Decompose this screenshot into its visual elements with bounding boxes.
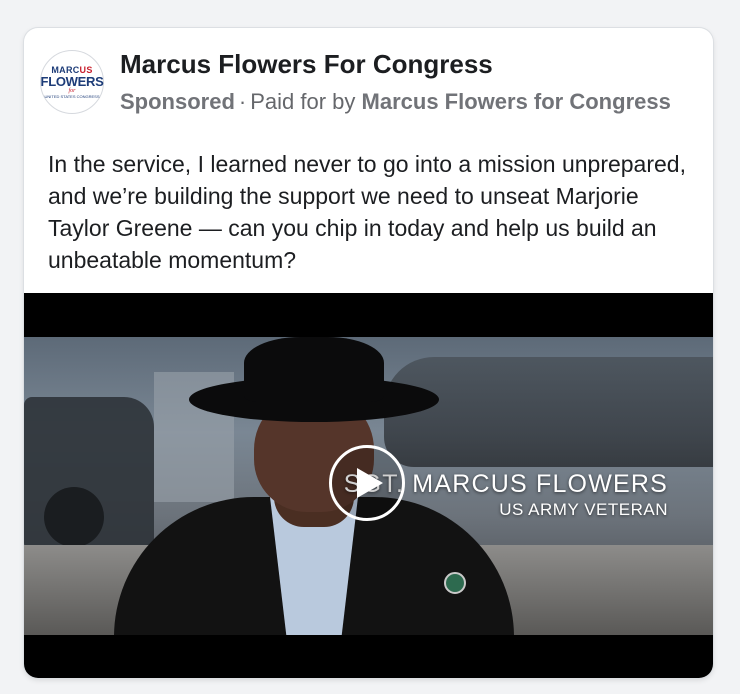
page-avatar[interactable]: MARCUS FLOWERS for UNITED STATES CONGRES… xyxy=(40,50,104,114)
play-button[interactable] xyxy=(329,445,405,521)
post-body-text: In the service, I learned never to go in… xyxy=(48,151,686,273)
meta-separator: · xyxy=(238,89,247,114)
background-vehicle-wheel xyxy=(44,487,104,547)
avatar-logo-line4: UNITED STATES CONGRESS xyxy=(44,94,100,99)
paid-for-prefix: Paid for by xyxy=(250,89,356,114)
paid-for-name[interactable]: Marcus Flowers for Congress xyxy=(362,89,671,114)
lapel-pin xyxy=(444,572,466,594)
sponsored-label[interactable]: Sponsored xyxy=(120,89,235,114)
video-player[interactable]: SGT. MARCUS FLOWERS US ARMY VETERAN xyxy=(24,293,713,678)
play-icon xyxy=(357,468,383,498)
sponsored-post-card: MARCUS FLOWERS for UNITED STATES CONGRES… xyxy=(24,28,713,678)
avatar-logo-line2: FLOWERS xyxy=(40,74,104,89)
cowboy-hat-crown xyxy=(244,337,384,402)
video-frame[interactable]: SGT. MARCUS FLOWERS US ARMY VETERAN xyxy=(24,337,713,635)
page-name-link[interactable]: Marcus Flowers For Congress xyxy=(120,49,493,80)
post-header: MARCUS FLOWERS for UNITED STATES CONGRES… xyxy=(40,46,703,116)
sponsored-meta: Sponsored · Paid for by Marcus Flowers for… xyxy=(120,89,671,115)
